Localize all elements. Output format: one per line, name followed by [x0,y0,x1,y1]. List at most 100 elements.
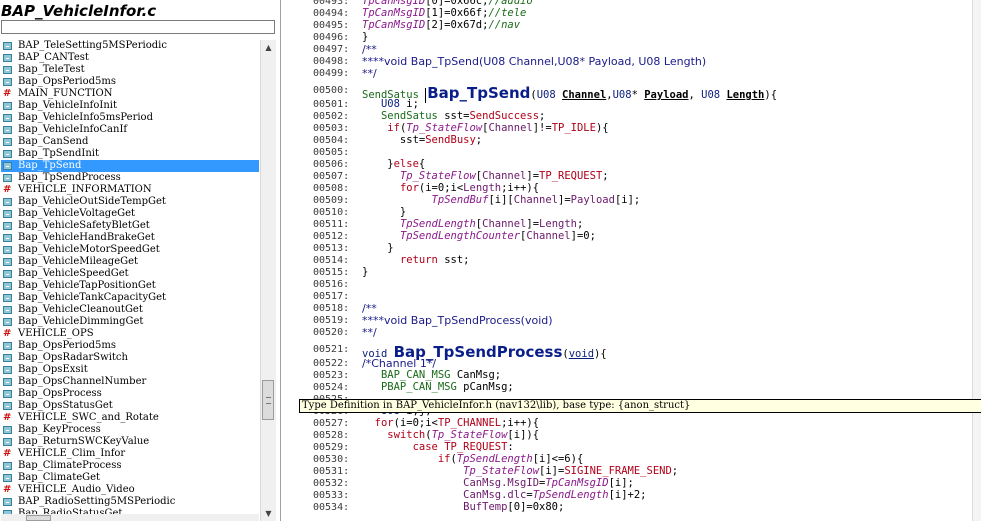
code-line[interactable]: PBAP_CAN_MSG pCanMsg; [362,381,514,393]
symbol-item[interactable]: Bap_VehicleOutSideTempGet [1,196,259,208]
code-line[interactable]: CanMsg.MsgID=TpCanMsgID[i]; [362,477,634,489]
code-line[interactable]: } [362,266,368,278]
symbol-item[interactable]: Bap_VehicleInfo5msPeriod [1,112,259,124]
macro-hash-icon: # [3,184,12,195]
symbol-item[interactable]: Bap_VehicleInfoInit [1,100,259,112]
symbol-item[interactable]: Bap_ClimateGet [1,472,259,484]
symbol-item[interactable]: Bap_VehicleCleanoutGet [1,304,259,316]
function-symbol-icon [3,282,12,290]
code-editor[interactable]: 00493: TpCanMsgID[0]=0x66c;//audio 00494: T… [281,0,981,521]
symbol-item[interactable]: Bap_CanSend [1,136,259,148]
code-line[interactable]: TpSendLength[Channel]=Length; [362,218,583,230]
symbol-item[interactable]: BAP_CANTest [1,52,259,64]
symbol-item[interactable]: Bap_ClimateProcess [1,460,259,472]
function-symbol-icon [3,318,12,326]
symbol-item[interactable]: Bap_TpSendProcess [1,172,259,184]
symbol-item[interactable]: Bap_ReturnSWCKeyValue [1,436,259,448]
scroll-down-arrow-icon[interactable]: ▼ [261,506,276,521]
code-line[interactable]: TpCanMsgID[1]=0x66f;//tele [362,7,526,19]
symbol-item[interactable]: Bap_VehicleSpeedGet [1,268,259,280]
line-number: 00519: [313,315,350,326]
code-line[interactable]: if(Tp_StateFlow[Channel]!=TP_IDLE){ [362,122,608,134]
symbol-item[interactable]: # VEHICLE_INFORMATION [1,184,259,196]
hscrollbar-thumb[interactable] [26,515,51,521]
line-number: 00529: [313,442,350,453]
code-line[interactable]: case TP_REQUEST: [362,441,514,453]
symbol-list-hscrollbar[interactable] [1,514,259,521]
code-editor-scrollbar[interactable] [972,0,981,521]
symbol-item[interactable]: # MAIN_FUNCTION [1,88,259,100]
code-line[interactable]: SendSatus sst=SendSuccess; [362,110,545,122]
code-line[interactable]: BAP_CAN_MSG CanMsg; [362,369,501,381]
line-number: 00527: [313,418,350,429]
code-line[interactable]: CanMsg.dlc=TpSendLength[i]+2; [362,489,646,501]
code-line[interactable]: **/ [362,67,377,80]
symbol-label: MAIN_FUNCTION [18,88,113,99]
symbol-item[interactable]: Bap_OpsStatusGet [1,400,259,412]
macro-hash-icon: # [3,484,12,495]
code-line[interactable]: TpSendBuf[i][Channel]=Payload[i]; [362,194,641,206]
code-line[interactable]: return sst; [362,254,470,266]
code-line[interactable]: if(TpSendLength[i]<=6){ [362,453,583,465]
code-line[interactable]: switch(Tp_StateFlow[i]){ [362,429,539,441]
code-line[interactable]: TpSendLengthCounter[Channel]=0; [362,230,596,242]
symbol-item[interactable]: Bap_TeleTest [1,64,259,76]
code-line[interactable]: U08 i; [362,98,419,110]
symbol-item[interactable]: Bap_VehicleTapPositionGet [1,280,259,292]
symbol-item[interactable]: Bap_VehicleVoltageGet [1,208,259,220]
symbol-item[interactable]: Bap_VehicleMileageGet [1,256,259,268]
code-line[interactable]: } [362,206,406,218]
code-line[interactable]: sst=SendBusy; [362,134,482,146]
code-line[interactable]: Tp_StateFlow[i]=SIGINE_FRAME_SEND; [362,465,678,477]
code-line[interactable]: SendSatus Bap_TpSend(U08 Channel,U08* Pa… [362,84,777,103]
code-line[interactable]: BufTemp[0]=0x80; [362,501,564,513]
symbol-item[interactable]: # VEHICLE_SWC_and_Rotate [1,412,259,424]
line-number: 00503: [313,123,350,134]
symbol-search-input[interactable] [1,20,275,34]
symbol-label: Bap_OpsPeriod5ms [18,76,117,87]
symbol-item[interactable]: Bap_OpsPeriod5ms [1,340,259,352]
symbol-item[interactable]: Bap_OpsPeriod5ms [1,76,259,88]
symbol-item[interactable]: # VEHICLE_Audio_Video [1,484,259,496]
symbol-item[interactable]: Bap_OpsExsit [1,364,259,376]
code-line[interactable]: for(i=0;i<TP_CHANNEL;i++){ [362,417,539,429]
line-number: 00531: [313,466,350,477]
symbol-item[interactable]: Bap_TpSend [1,160,259,172]
symbol-item[interactable]: # VEHICLE_Clim_Infor [1,448,259,460]
code-line[interactable]: }else{ [362,158,425,170]
symbol-item[interactable]: BAP_TeleSetting5MSPeriodic [1,40,259,52]
scrollbar-thumb[interactable] [262,380,274,420]
code-line[interactable]: Tp_StateFlow[Channel]=TP_REQUEST; [362,170,609,182]
line-number: 00522: [313,358,350,369]
code-line[interactable]: for(i=0;i<Length;i++){ [362,182,539,194]
scroll-up-arrow-icon[interactable]: ▲ [261,40,276,55]
symbol-item[interactable]: Bap_OpsProcess [1,388,259,400]
line-number: 00494: [313,8,350,19]
code-line[interactable]: } [362,31,368,43]
symbol-item[interactable]: Bap_VehicleMotorSpeedGet [1,244,259,256]
code-line[interactable]: ****void Bap_TpSendProcess(void) [362,314,553,327]
symbol-item[interactable]: Bap_VehicleHandBrakeGet [1,232,259,244]
symbol-list-scrollbar[interactable]: ▲ ▼ [260,40,276,521]
symbol-item[interactable]: BAP_RadioSetting5MSPeriodic [1,496,259,508]
code-line[interactable]: ****void Bap_TpSend(U08 Channel,U08* Pay… [362,55,706,68]
code-line[interactable]: TpCanMsgID[0]=0x66c;//audio [362,0,533,7]
symbol-item[interactable]: Bap_VehicleDimmingGet [1,316,259,328]
code-line[interactable]: TpCanMsgID[2]=0x67d;//nav [362,19,520,31]
code-line[interactable]: **/ [362,326,377,339]
symbol-item[interactable]: Bap_TpSendInit [1,148,259,160]
symbol-item[interactable]: Bap_OpsChannelNumber [1,376,259,388]
code-line[interactable]: } [362,242,393,254]
symbol-label: VEHICLE_Clim_Infor [18,448,126,459]
symbol-item[interactable]: Bap_OpsRadarSwitch [1,352,259,364]
symbol-item[interactable]: Bap_VehicleTankCapacityGet [1,292,259,304]
line-number: 00497: [313,44,350,55]
symbol-item[interactable]: # VEHICLE_OPS [1,328,259,340]
symbol-item[interactable]: Bap_VehicleInfoCanIf [1,124,259,136]
symbol-item[interactable]: Bap_VehicleSafetyBletGet [1,220,259,232]
function-symbol-icon [3,174,12,182]
line-number: 00499: [313,68,350,79]
symbol-item[interactable]: Bap_KeyProcess [1,424,259,436]
line-number: 00518: [313,303,350,314]
line-number: 00530: [313,454,350,465]
